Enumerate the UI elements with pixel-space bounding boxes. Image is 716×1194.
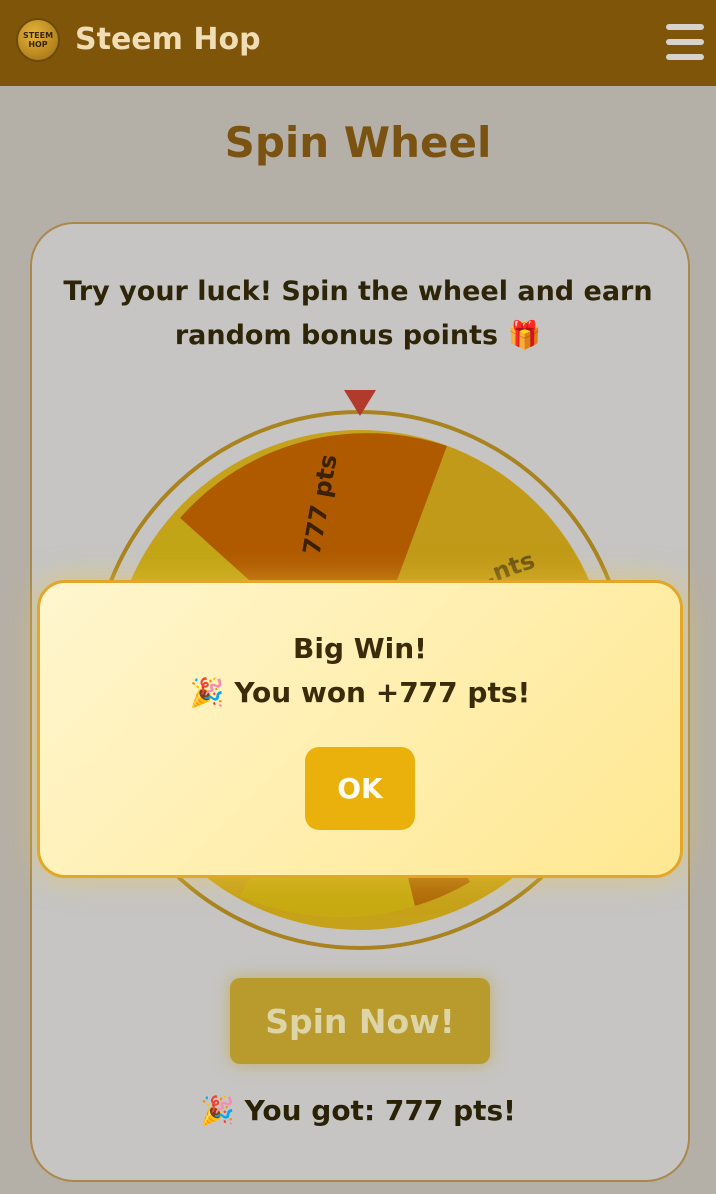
logo-text-bottom: HOP (28, 40, 48, 49)
intro-text: Try your luck! Spin the wheel and earn r… (63, 276, 653, 351)
result-text: 🎉 You got: 777 pts! (200, 1094, 516, 1127)
ok-button[interactable]: OK (305, 747, 415, 830)
modal-title: Big Win! (293, 632, 427, 665)
win-modal (37, 580, 683, 878)
hamburger-menu-icon[interactable] (666, 24, 704, 60)
app-header: STEEM HOP Steem Hop (0, 0, 716, 86)
logo-text-top: STEEM (22, 31, 54, 40)
modal-message: 🎉 You won +777 pts! (189, 676, 531, 709)
page-title: Spin Wheel (224, 118, 492, 167)
steem-hop-logo[interactable]: STEEM HOP (16, 18, 60, 62)
spin-now-button[interactable]: Spin Now! (230, 978, 490, 1064)
brand-name[interactable]: Steem Hop (75, 22, 261, 57)
